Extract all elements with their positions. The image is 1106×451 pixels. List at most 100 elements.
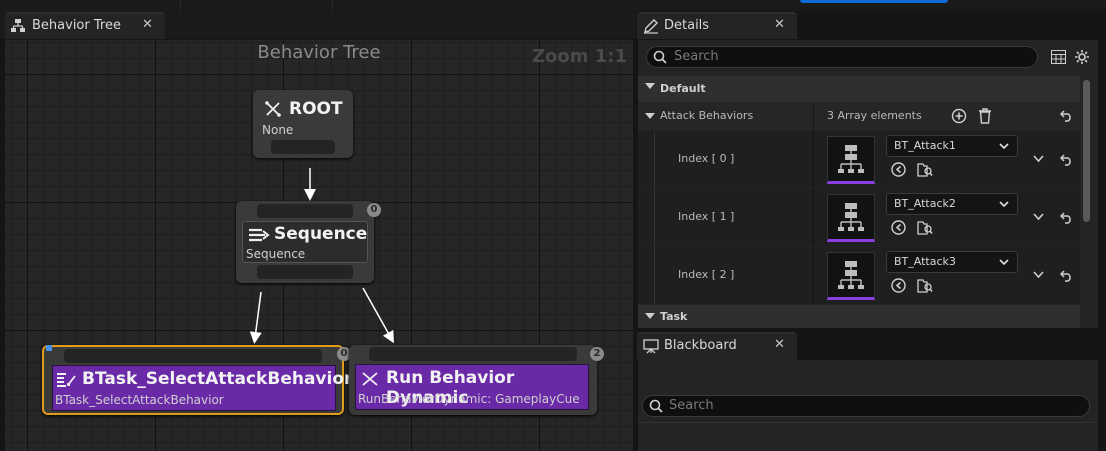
element-index-label: Index [ 2 ] [678, 268, 735, 281]
element-index-label: Index [ 1 ] [678, 210, 735, 223]
tab-details[interactable]: Details ✕ [637, 12, 797, 39]
close-icon[interactable]: ✕ [774, 337, 785, 352]
property-label: Attack Behaviors [660, 109, 754, 122]
behavior-tree-asset-icon [838, 145, 864, 173]
reset-arrow-icon[interactable] [1060, 154, 1073, 166]
task-icon [57, 373, 76, 387]
chevron-down-icon [999, 201, 1009, 208]
node-title: ROOT [289, 99, 343, 119]
search-placeholder: Search [669, 398, 714, 413]
asset-picker-combo[interactable]: BT_Attack3 [886, 251, 1018, 273]
browse-asset-icon[interactable] [917, 278, 933, 293]
close-icon[interactable]: ✕ [142, 17, 153, 32]
asset-picker-combo[interactable]: BT_Attack2 [886, 193, 1018, 215]
reset-arrow-icon[interactable] [1060, 110, 1073, 122]
divider [332, 0, 333, 10]
section-label: Task [660, 310, 688, 323]
behavior-tree-asset-icon [838, 203, 864, 231]
tab-label: Details [664, 18, 710, 33]
search-placeholder: Search [674, 49, 719, 64]
connection-sequence-task2 [362, 287, 394, 344]
input-pin[interactable] [257, 204, 353, 218]
sequence-node[interactable]: Sequence Sequence [236, 201, 374, 283]
use-selected-icon[interactable] [891, 220, 906, 235]
use-selected-icon[interactable] [891, 162, 906, 177]
asset-thumbnail[interactable] [827, 252, 875, 300]
indent-guide [654, 247, 655, 304]
use-selected-icon[interactable] [891, 278, 906, 293]
attack-behaviors-row: Attack Behaviors 3 Array elements [638, 103, 1080, 130]
browse-asset-icon[interactable] [917, 162, 933, 177]
indent-guide [654, 189, 655, 246]
array-element-row: Index [ 1 ] BT_Attack2 [638, 189, 1080, 246]
divider [180, 0, 181, 10]
reset-arrow-icon[interactable] [1060, 212, 1073, 224]
input-pin[interactable] [64, 349, 322, 363]
connection-sequence-task1 [249, 291, 262, 344]
tab-blackboard[interactable]: Blackboard ✕ [637, 332, 797, 360]
search-icon [653, 50, 667, 64]
node-title: BTask_SelectAttackBehavior [82, 369, 353, 389]
asset-thumbnail[interactable] [827, 136, 875, 184]
section-label: Default [660, 82, 706, 95]
tab-label: Behavior Tree [32, 18, 121, 33]
tab-behavior-tree[interactable]: Behavior Tree ✕ [5, 12, 165, 39]
add-element-icon[interactable] [951, 108, 967, 124]
asset-picker-combo[interactable]: BT_Attack1 [886, 135, 1018, 157]
task-select-attack-node[interactable]: BTask_SelectAttackBehavior BTask_SelectA… [42, 345, 352, 415]
chevron-down-icon [645, 313, 655, 319]
reset-arrow-icon[interactable] [1060, 270, 1073, 282]
output-pin[interactable] [257, 265, 353, 279]
node-subtitle: RunBehaviorDynamic: GameplayCue [358, 392, 580, 406]
details-panel: Search Default Attack Behaviors 3 Array … [638, 40, 1098, 328]
input-pin[interactable] [369, 347, 577, 361]
behavior-tree-icon [11, 19, 25, 32]
chevron-down-icon [645, 83, 655, 89]
element-index-label: Index [ 0 ] [678, 152, 735, 165]
section-default[interactable]: Default [638, 76, 1080, 102]
details-scrollbar[interactable] [1083, 80, 1090, 222]
array-element-row: Index [ 2 ] BT_Attack3 [638, 247, 1080, 304]
details-search-input[interactable]: Search [646, 46, 1038, 68]
chevron-down-icon[interactable] [1033, 271, 1044, 279]
breakpoint-marker [46, 345, 52, 351]
browse-asset-icon[interactable] [917, 220, 933, 235]
blackboard-panel: Search [638, 360, 1098, 451]
search-icon [649, 399, 663, 413]
node-subtitle: None [262, 123, 294, 137]
toolbar-accent-button[interactable] [800, 0, 948, 3]
tab-label: Blackboard [664, 338, 737, 353]
chevron-down-icon [999, 143, 1009, 150]
divider [638, 422, 1094, 423]
asset-thumbnail[interactable] [827, 194, 875, 242]
chevron-down-icon[interactable] [645, 113, 655, 119]
behavior-tree-graph[interactable]: Behavior Tree Zoom 1:1 ROOT None Sequenc… [5, 40, 633, 451]
run-behavior-icon [362, 372, 378, 386]
section-task[interactable]: Task [638, 305, 1080, 328]
execution-order-badge: 2 [590, 347, 604, 361]
blackboard-search-input[interactable]: Search [642, 395, 1090, 417]
table-view-icon[interactable] [1051, 50, 1066, 64]
divider [813, 131, 814, 188]
chevron-down-icon[interactable] [1033, 155, 1044, 163]
chevron-down-icon[interactable] [1033, 213, 1044, 221]
run-behavior-dynamic-node[interactable]: Run Behavior Dynamic RunBehaviorDynamic:… [349, 345, 597, 415]
indent-guide [654, 131, 655, 188]
output-pin[interactable] [271, 140, 335, 154]
node-subtitle: Sequence [246, 247, 306, 261]
trash-icon[interactable] [978, 108, 992, 124]
root-node[interactable]: ROOT None [253, 90, 353, 158]
sequence-icon [249, 228, 270, 242]
asset-name: BT_Attack1 [894, 139, 956, 152]
asset-name: BT_Attack2 [894, 197, 956, 210]
gear-icon[interactable] [1074, 49, 1090, 65]
node-subtitle: BTask_SelectAttackBehavior [55, 393, 224, 407]
execution-order-badge: 0 [367, 203, 381, 217]
pencil-icon [644, 19, 658, 34]
node-title: Sequence [274, 224, 368, 244]
close-icon[interactable]: ✕ [774, 17, 785, 32]
root-icon [265, 101, 281, 117]
chevron-down-icon [999, 259, 1009, 266]
array-count: 3 Array elements [827, 109, 922, 122]
divider [813, 189, 814, 246]
